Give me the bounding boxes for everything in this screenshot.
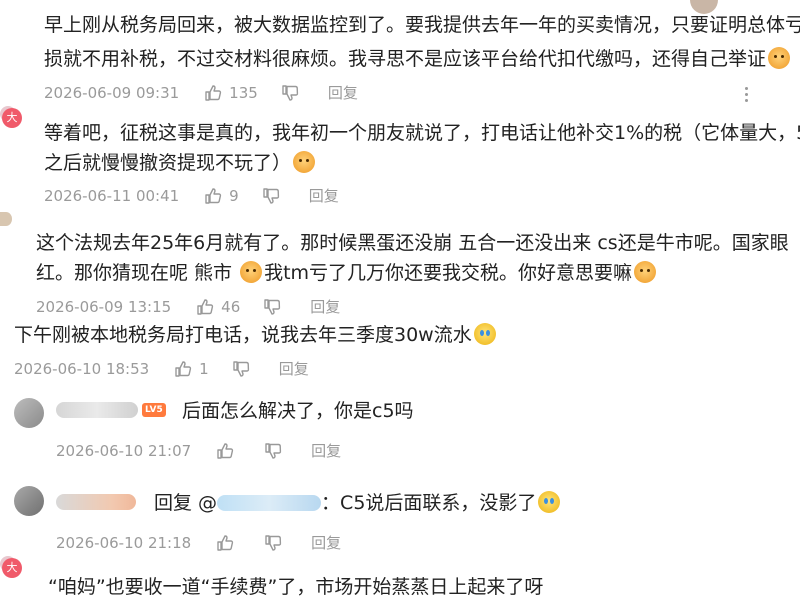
thumbs-down-icon	[233, 360, 249, 377]
username-blurred[interactable]	[56, 494, 136, 510]
like-button[interactable]: 46	[195, 297, 240, 317]
dislike-button[interactable]	[262, 297, 288, 317]
avatar[interactable]	[0, 212, 12, 226]
timestamp: 2026-06-10 21:07	[56, 441, 192, 460]
like-count: 9	[229, 186, 239, 205]
thumbs-up-icon	[217, 534, 234, 551]
comment-text: 红。那你猜现在呢 熊市 我tm亏了几万你还要我交税。你好意思要嘛	[36, 258, 658, 288]
level-badge: LV5	[142, 403, 166, 417]
comment-meta: 2026-06-10 21:18 回复	[56, 532, 341, 553]
thumbs-up-icon	[205, 84, 222, 101]
reply-button[interactable]: 回复	[309, 185, 339, 206]
timestamp: 2026-06-10 18:53	[14, 359, 150, 378]
thumbs-up-icon	[175, 360, 192, 377]
avatar[interactable]	[14, 486, 44, 516]
timestamp: 2026-06-09 13:15	[36, 297, 172, 316]
thumbs-down-icon	[282, 84, 298, 101]
thumbs-down-icon	[265, 534, 282, 551]
dislike-button[interactable]	[231, 359, 257, 379]
thumbs-down-icon	[263, 187, 279, 204]
reply-prefix: 回复 @	[154, 492, 218, 514]
comment-meta: 2026-06-10 18:53 1 回复	[14, 358, 309, 379]
thumbs-down-icon	[264, 298, 281, 315]
comment-text: 后面怎么解决了，你是c5吗	[182, 400, 414, 422]
reply-button[interactable]: 回复	[279, 358, 309, 379]
dislike-button[interactable]	[261, 186, 287, 206]
user-badge: 大	[2, 108, 22, 128]
thumbs-down-icon	[265, 442, 282, 459]
reply-button[interactable]: 回复	[328, 82, 358, 103]
reply-button[interactable]: 回复	[311, 532, 341, 553]
like-button[interactable]: 135	[203, 83, 258, 103]
reply-text: 回复 @ ：C5说后面联系，没影了	[154, 488, 562, 518]
dog-emoji-icon	[634, 261, 657, 283]
comment-text: 早上刚从税务局回来，被大数据监控到了。要我提供去年一年的买卖情况，只要证明总体亏	[44, 14, 800, 36]
like-count: 46	[221, 297, 241, 316]
comment-text: 等着吧，征税这事是真的，我年初一个朋友就说了，打电话让他补交1%的税（它体量大，…	[44, 122, 800, 144]
like-count: 135	[229, 83, 258, 102]
comment-text: 损就不用补税，不过交材料很麻烦。我寻思不是应该平台给代扣代缴吗，还得自己举证	[44, 44, 792, 74]
comment-meta: 2026-06-10 21:07 回复	[56, 440, 341, 461]
dislike-button[interactable]	[263, 533, 289, 553]
timestamp: 2026-06-11 00:41	[44, 186, 180, 205]
like-button[interactable]: 9	[203, 186, 239, 206]
thumbs-up-icon	[197, 298, 214, 315]
comment-meta: 2026-06-11 00:41 9 回复	[44, 185, 339, 206]
more-options-icon[interactable]	[745, 84, 749, 105]
timestamp: 2026-06-09 09:31	[44, 83, 180, 102]
crying-laugh-emoji-icon	[473, 323, 496, 345]
reply-button[interactable]: 回复	[310, 296, 340, 317]
timestamp: 2026-06-10 21:18	[56, 533, 192, 552]
like-button[interactable]: 1	[173, 359, 209, 379]
dislike-button[interactable]	[263, 441, 289, 461]
dislike-button[interactable]	[280, 83, 306, 103]
dog-emoji-icon	[240, 261, 263, 283]
dog-emoji-icon	[768, 47, 791, 69]
comment-text: 这个法规去年25年6月就有了。那时候黑蛋还没崩 五合一还没出来 cs还是牛市呢。…	[36, 232, 789, 254]
like-button[interactable]	[215, 533, 241, 553]
username-blurred[interactable]	[56, 402, 138, 418]
comment-text: 下午刚被本地税务局打电话，说我去年三季度30w流水	[14, 320, 498, 350]
mention-blurred[interactable]	[217, 495, 322, 511]
like-button[interactable]	[215, 441, 241, 461]
comment-text: “咱妈”也要收一道“手续费”了，市场开始蒸蒸日上起来了呀	[48, 576, 544, 598]
comment-meta: 2026-06-09 13:15 46 回复	[36, 296, 340, 317]
comment-text: 之后就慢慢撤资提现不玩了）	[44, 148, 317, 178]
thumbs-up-icon	[205, 187, 222, 204]
user-badge: 大	[2, 558, 22, 578]
like-count: 1	[199, 359, 209, 378]
crying-laugh-emoji-icon	[538, 491, 561, 513]
comment-meta: 2026-06-09 09:31 135 回复	[44, 82, 358, 103]
dog-emoji-icon	[293, 151, 316, 173]
thumbs-up-icon	[217, 442, 234, 459]
reply-button[interactable]: 回复	[311, 440, 341, 461]
avatar[interactable]	[14, 398, 44, 428]
